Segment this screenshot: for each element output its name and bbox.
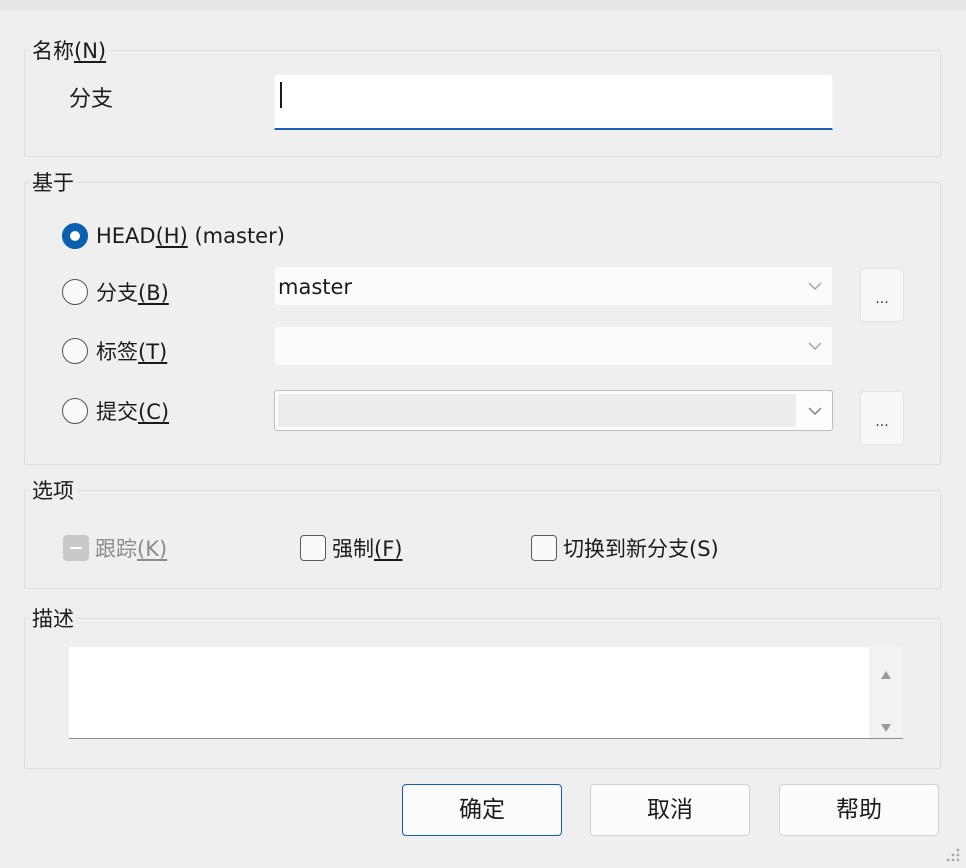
- force-checkbox[interactable]: 强制(F): [300, 533, 402, 563]
- radio-head-label: HEAD(H) (master): [96, 224, 285, 248]
- radio-head[interactable]: HEAD(H) (master): [62, 221, 285, 251]
- commit-browse-button[interactable]: ...: [860, 391, 904, 445]
- scroll-up-arrow-icon[interactable]: [880, 661, 892, 679]
- switch-checkbox-label: 切换到新分支(S): [563, 537, 719, 561]
- radio-branch[interactable]: 分支(B): [62, 277, 169, 307]
- scroll-down-arrow-icon[interactable]: [880, 714, 892, 732]
- base-group-legend: 基于: [30, 170, 77, 196]
- switch-checkbox-box[interactable]: [531, 535, 557, 561]
- radio-commit-indicator[interactable]: [62, 398, 88, 424]
- radio-commit-label: 提交(C): [96, 400, 170, 424]
- description-textarea[interactable]: [69, 647, 903, 739]
- description-group-legend: 描述: [30, 606, 77, 632]
- title-bar: [0, 0, 966, 10]
- track-checkbox: 跟踪(K): [63, 533, 167, 563]
- resize-grip-icon[interactable]: [942, 844, 962, 864]
- force-checkbox-label: 强制(F): [332, 537, 403, 561]
- chevron-down-icon[interactable]: [806, 340, 824, 352]
- radio-head-indicator[interactable]: [62, 223, 88, 249]
- branch-combo[interactable]: master: [274, 266, 833, 306]
- branch-name-label: 分支: [69, 87, 114, 112]
- track-checkbox-label: 跟踪(K): [95, 537, 168, 561]
- chevron-down-icon[interactable]: [806, 405, 824, 417]
- text-caret: [280, 82, 282, 108]
- radio-branch-indicator[interactable]: [62, 279, 88, 305]
- branch-combo-value: master: [278, 275, 353, 299]
- radio-branch-label: 分支(B): [96, 281, 169, 305]
- ok-button[interactable]: 确定: [402, 784, 562, 836]
- branch-name-input[interactable]: [274, 74, 833, 130]
- track-checkbox-box: [63, 535, 89, 561]
- radio-tag-label: 标签(T): [96, 340, 168, 364]
- options-group-legend: 选项: [30, 478, 77, 504]
- radio-tag[interactable]: 标签(T): [62, 336, 167, 366]
- chevron-down-icon[interactable]: [806, 280, 824, 292]
- cancel-button[interactable]: 取消: [590, 784, 750, 836]
- commit-combo-edit[interactable]: [278, 394, 796, 427]
- help-button[interactable]: 帮助: [779, 784, 939, 836]
- name-group-legend: 名称(N): [30, 38, 110, 64]
- radio-commit[interactable]: 提交(C): [62, 396, 169, 426]
- vertical-scrollbar[interactable]: [869, 647, 903, 738]
- force-checkbox-box[interactable]: [300, 535, 326, 561]
- radio-tag-indicator[interactable]: [62, 338, 88, 364]
- tag-combo[interactable]: [274, 326, 833, 366]
- branch-browse-button[interactable]: ...: [860, 268, 904, 322]
- switch-checkbox[interactable]: 切换到新分支(S): [531, 533, 719, 563]
- commit-combo[interactable]: [274, 390, 833, 431]
